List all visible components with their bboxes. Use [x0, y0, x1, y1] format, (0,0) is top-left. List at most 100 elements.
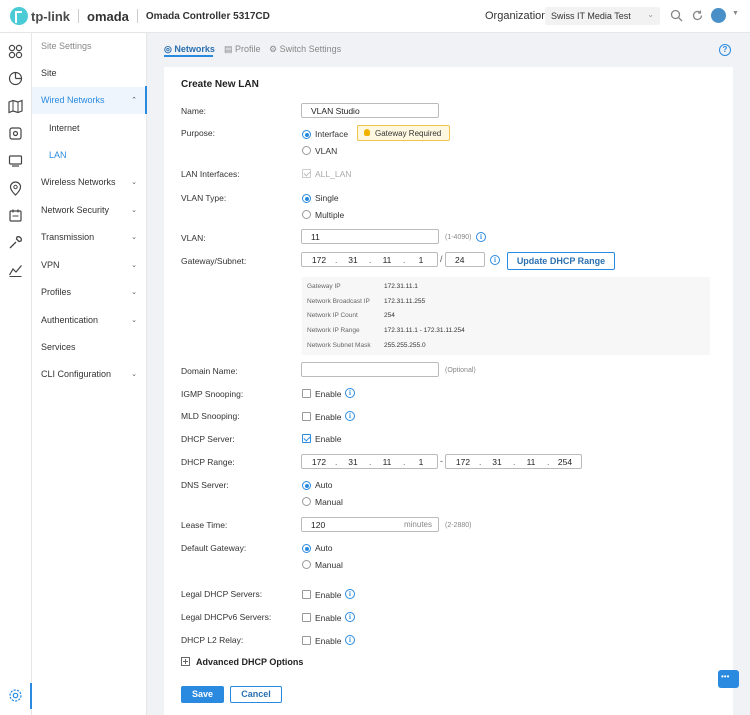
settings-gear-icon[interactable] [8, 688, 23, 703]
dhcp-range-start-input[interactable]: 172 . 31 . 11 . 1 [301, 454, 438, 469]
chevron-down-icon: ⌄ [131, 234, 137, 241]
subnet-mask-input[interactable]: 24 [445, 252, 485, 267]
form-title: Create New LAN [181, 79, 259, 90]
info-icon[interactable]: i [345, 388, 355, 398]
dhcp-range-separator: - [440, 456, 443, 466]
chevron-up-icon: ⌃ [131, 97, 137, 104]
sidebar-item-site[interactable]: Site [32, 60, 147, 87]
dns-manual-radio[interactable] [302, 497, 311, 506]
top-bar: tp-link omada Omada Controller 5317CD Or… [0, 0, 750, 33]
vlan-type-single-radio[interactable] [302, 194, 311, 203]
info-icon[interactable]: i [476, 232, 486, 242]
sidebar-item-wired-networks[interactable]: Wired Networks ⌃ [32, 87, 147, 114]
tab-active-underline [164, 55, 213, 57]
statistics-icon[interactable] [8, 71, 23, 86]
info-key: Network IP Range [307, 327, 360, 334]
dns-manual-label: Manual [315, 497, 343, 507]
dashboard-icon[interactable] [8, 44, 23, 59]
purpose-vlan-radio[interactable] [302, 146, 311, 155]
all-lan-checkbox[interactable] [302, 169, 311, 178]
search-icon[interactable] [669, 9, 683, 23]
domain-name-hint: (Optional) [445, 367, 476, 374]
brand-name: tp-link [31, 8, 70, 24]
organization-label: Organization: [485, 10, 551, 22]
info-icon[interactable]: i [345, 411, 355, 421]
legal-dhcpv6-servers-checkbox[interactable] [302, 613, 311, 622]
advanced-dhcp-options-toggle[interactable]: Advanced DHCP Options [196, 657, 303, 667]
info-icon[interactable]: i [345, 589, 355, 599]
insight-icon[interactable] [8, 181, 23, 196]
sidebar-item-network-security[interactable]: Network Security ⌄ [32, 197, 147, 224]
gateway-ip-input[interactable]: 172 . 31 . 11 . 1 [301, 252, 438, 267]
vlan-input[interactable]: 11 [301, 229, 439, 244]
legal-dhcp-servers-checkbox[interactable] [302, 590, 311, 599]
info-icon[interactable]: i [345, 635, 355, 645]
default-gateway-manual-label: Manual [315, 560, 343, 570]
tab-profile[interactable]: ▤ Profile [224, 44, 261, 55]
sidebar-item-internet[interactable]: Internet [32, 115, 147, 142]
name-input[interactable]: VLAN Studio [301, 103, 439, 118]
sidebar-item-wireless-networks[interactable]: Wireless Networks ⌄ [32, 169, 147, 196]
sidebar-item-profiles[interactable]: Profiles ⌄ [32, 279, 147, 306]
dhcp-server-checkbox[interactable] [302, 434, 311, 443]
dhcp-server-enable-label: Enable [315, 434, 342, 444]
sidebar-item-authentication[interactable]: Authentication ⌄ [32, 307, 147, 334]
legal-dhcpv6-enable-label: Enable [315, 613, 342, 623]
chat-support-icon[interactable] [718, 670, 739, 688]
sidebar-item-lan[interactable]: LAN [32, 142, 147, 169]
tools-icon[interactable] [8, 235, 23, 250]
map-icon[interactable] [8, 99, 23, 114]
lan-interfaces-label: LAN Interfaces: [181, 169, 240, 179]
refresh-icon[interactable] [690, 9, 704, 23]
expand-plus-icon[interactable] [181, 657, 190, 666]
vlan-type-multiple-radio[interactable] [302, 210, 311, 219]
sidebar-item-transmission[interactable]: Transmission ⌄ [32, 224, 147, 251]
sidebar-item-cli-configuration[interactable]: CLI Configuration ⌄ [32, 361, 147, 388]
tab-switch-settings[interactable]: ⚙ Switch Settings [269, 44, 341, 55]
lease-unit: minutes [403, 520, 432, 529]
lease-time-input[interactable]: 120 minutes [301, 517, 439, 532]
dhcp-l2-relay-enable-label: Enable [315, 636, 342, 646]
reports-icon[interactable] [8, 263, 23, 278]
chevron-down-icon: ⌄ [131, 289, 137, 296]
nav-active-indicator [145, 86, 147, 114]
save-button[interactable]: Save [181, 686, 224, 703]
igmp-snooping-checkbox[interactable] [302, 389, 311, 398]
dhcp-range-end-input[interactable]: 172 . 31 . 11 . 254 [445, 454, 582, 469]
dhcp-l2-relay-checkbox[interactable] [302, 636, 311, 645]
log-icon[interactable] [8, 208, 23, 223]
devices-icon[interactable] [8, 126, 23, 141]
tplink-logo-icon [10, 7, 28, 25]
sidebar-item-services[interactable]: Services [32, 334, 147, 361]
tab-networks[interactable]: ◎ Networks [164, 44, 215, 55]
cancel-button[interactable]: Cancel [230, 686, 282, 703]
organization-select[interactable]: Swiss IT Media Test ⌄ [545, 7, 660, 25]
logo: tp-link omada Omada Controller 5317CD [10, 7, 270, 25]
info-icon[interactable]: i [345, 612, 355, 622]
help-icon[interactable]: ? [719, 44, 731, 56]
mld-snooping-checkbox[interactable] [302, 412, 311, 421]
update-dhcp-range-button[interactable]: Update DHCP Range [507, 252, 615, 270]
info-key: Gateway IP [307, 283, 341, 290]
globe-icon: ◎ [164, 44, 172, 54]
purpose-label: Purpose: [181, 128, 216, 138]
vlan-type-label: VLAN Type: [181, 193, 227, 203]
purpose-interface-radio[interactable] [302, 130, 311, 139]
info-key: Network Broadcast IP [307, 298, 370, 305]
mld-enable-label: Enable [315, 412, 342, 422]
sidebar-item-vpn[interactable]: VPN ⌄ [32, 252, 147, 279]
clients-icon[interactable] [8, 153, 23, 168]
chevron-down-icon: ⌄ [647, 10, 654, 19]
controller-name: Omada Controller 5317CD [145, 10, 270, 22]
info-icon[interactable]: i [490, 255, 500, 265]
purpose-vlan-label: VLAN [315, 146, 338, 156]
dns-auto-radio[interactable] [302, 481, 311, 490]
domain-name-input[interactable] [301, 362, 439, 377]
chevron-down-icon: ⌄ [131, 317, 137, 324]
chevron-down-icon[interactable]: ▼ [732, 10, 739, 17]
info-value: 172.31.11.1 - 172.31.11.254 [384, 327, 465, 334]
default-gateway-manual-radio[interactable] [302, 560, 311, 569]
user-avatar-icon[interactable] [711, 8, 726, 23]
default-gateway-auto-radio[interactable] [302, 544, 311, 553]
domain-name-label: Domain Name: [181, 366, 238, 376]
